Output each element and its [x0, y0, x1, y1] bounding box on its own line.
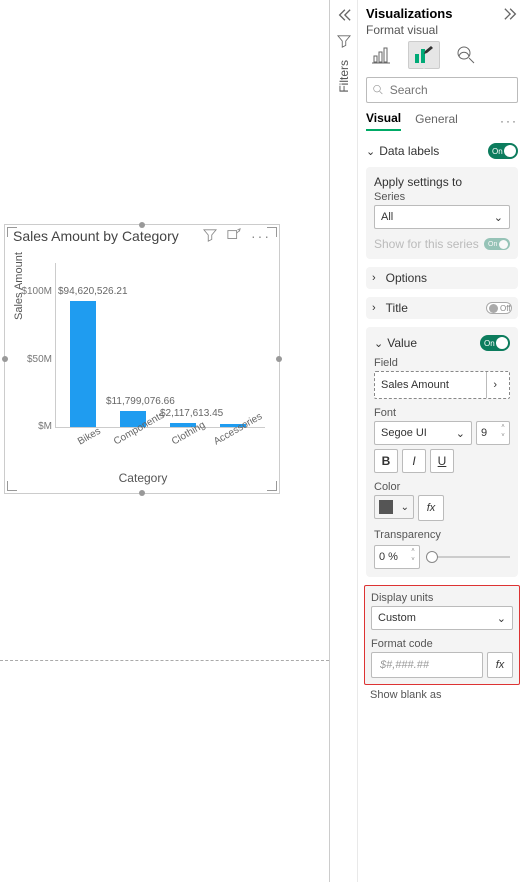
display-units-label: Display units — [371, 592, 513, 604]
chevron-down-icon: ⌄ — [497, 612, 506, 625]
chevron-right-icon: › — [486, 372, 503, 398]
data-label: $94,620,526.21 — [58, 286, 128, 297]
chart-plot-area: Sales Amount $M $50M $100M $94,620,526.2… — [17, 255, 269, 473]
more-options-icon[interactable]: ··· — [500, 114, 518, 128]
format-mode-icons — [358, 41, 526, 75]
show-blank-as-label: Show blank as — [358, 689, 526, 705]
crop-handle — [7, 227, 17, 237]
options-card[interactable]: › Options — [366, 267, 518, 289]
font-family-select[interactable]: Segoe UI ⌄ — [374, 421, 472, 445]
visual-header: Sales Amount by Category ··· — [5, 225, 279, 247]
focus-mode-icon[interactable] — [227, 228, 241, 244]
field-label: Field — [374, 357, 510, 369]
title-card[interactable]: › Title Off — [366, 297, 518, 319]
expand-panel-icon[interactable] — [504, 7, 518, 21]
filters-pane-icon[interactable] — [337, 34, 351, 48]
data-labels-toggle[interactable]: On — [488, 143, 518, 159]
chevron-down-icon: ⌄ — [366, 145, 375, 158]
analytics-icon[interactable] — [450, 41, 482, 69]
color-label: Color — [374, 481, 510, 493]
report-canvas[interactable]: Sales Amount by Category ··· Sales Amoun… — [0, 0, 330, 882]
data-labels-label: Data labels — [379, 144, 439, 158]
chart-title: Sales Amount by Category — [13, 228, 179, 244]
resize-handle[interactable] — [2, 356, 8, 362]
chart-visual[interactable]: Sales Amount by Category ··· Sales Amoun… — [4, 224, 280, 494]
y-tick: $M — [18, 421, 52, 432]
format-code-label: Format code — [371, 638, 513, 650]
display-units-group: Display units Custom ⌄ Format code fx — [364, 585, 520, 685]
panel-collapse-strip: Filters — [330, 0, 358, 882]
font-label: Font — [374, 407, 510, 419]
apply-settings-title: Apply settings to — [374, 175, 510, 189]
chevron-right-icon: › — [366, 302, 382, 314]
visualizations-panel: Visualizations Format visual Visual Gene… — [358, 0, 526, 882]
expand-panes-icon[interactable] — [337, 8, 351, 22]
crop-handle — [267, 227, 277, 237]
value-label: Value — [387, 336, 417, 350]
field-select[interactable]: Sales Amount › — [374, 371, 510, 399]
format-search[interactable] — [366, 77, 518, 103]
filters-pane-label[interactable]: Filters — [337, 60, 351, 93]
transparency-slider[interactable] — [426, 556, 510, 558]
underline-button[interactable]: U — [430, 449, 454, 473]
stepper-up-icon[interactable]: ˄ — [409, 548, 417, 557]
data-label: $2,117,613.45 — [160, 408, 223, 419]
series-select[interactable]: All ⌄ — [374, 205, 510, 229]
x-tick: Bikes — [76, 426, 103, 448]
resize-handle[interactable] — [139, 490, 145, 496]
transparency-label: Transparency — [374, 529, 510, 541]
build-visual-icon[interactable] — [366, 41, 398, 69]
plot: $M $50M $100M $94,620,526.21 $11,799,076… — [55, 263, 265, 428]
tab-visual[interactable]: Visual — [366, 111, 401, 131]
transparency-input[interactable]: 0 % ˄˅ — [374, 545, 420, 569]
show-for-series-label: Show for this series — [374, 237, 479, 251]
apply-settings-group: Apply settings to Series All ⌄ Show for … — [366, 167, 518, 259]
resize-handle[interactable] — [276, 356, 282, 362]
fx-button[interactable]: fx — [418, 495, 444, 521]
y-tick: $100M — [18, 286, 52, 297]
display-units-select[interactable]: Custom ⌄ — [371, 606, 513, 630]
crop-handle — [7, 481, 17, 491]
data-label: $11,799,076.66 — [106, 396, 175, 407]
title-toggle[interactable]: Off — [486, 302, 512, 314]
show-for-series-toggle: On — [484, 238, 510, 250]
format-visual-icon[interactable] — [408, 41, 440, 69]
resize-handle[interactable] — [139, 222, 145, 228]
chevron-down-icon: ⌄ — [494, 211, 503, 224]
color-picker[interactable]: ⌄ — [374, 495, 414, 519]
slider-thumb[interactable] — [426, 551, 438, 563]
stepper-up-icon[interactable]: ˄ — [499, 424, 507, 433]
panel-subtitle: Format visual — [358, 23, 526, 41]
stepper-down-icon[interactable]: ˅ — [499, 433, 507, 442]
data-labels-card[interactable]: ⌄ Data labels On — [358, 137, 526, 165]
value-group: ⌄ Value On Field Sales Amount › Font Seg… — [366, 327, 518, 577]
fx-button[interactable]: fx — [487, 652, 513, 678]
chevron-right-icon: › — [366, 272, 382, 284]
search-input[interactable] — [388, 82, 511, 98]
font-size-input[interactable]: 9 ˄˅ — [476, 421, 510, 445]
bar-bikes[interactable] — [70, 301, 96, 427]
search-icon — [373, 84, 384, 96]
series-label: Series — [374, 191, 510, 203]
italic-button[interactable]: I — [402, 449, 426, 473]
bold-button[interactable]: B — [374, 449, 398, 473]
y-tick: $50M — [18, 354, 52, 365]
page-edge-marker — [0, 660, 329, 661]
chevron-down-icon: ⌄ — [374, 337, 383, 350]
format-tabs: Visual General ··· — [358, 111, 526, 137]
panel-title: Visualizations — [366, 6, 504, 21]
tab-general[interactable]: General — [415, 112, 458, 130]
format-code-input[interactable] — [371, 652, 483, 678]
chevron-down-icon: ⌄ — [456, 427, 465, 440]
stepper-down-icon[interactable]: ˅ — [409, 557, 417, 566]
chevron-down-icon: ⌄ — [401, 502, 409, 513]
filter-icon[interactable] — [203, 228, 217, 244]
x-axis-label: Category — [17, 471, 269, 485]
value-toggle[interactable]: On — [480, 335, 510, 351]
